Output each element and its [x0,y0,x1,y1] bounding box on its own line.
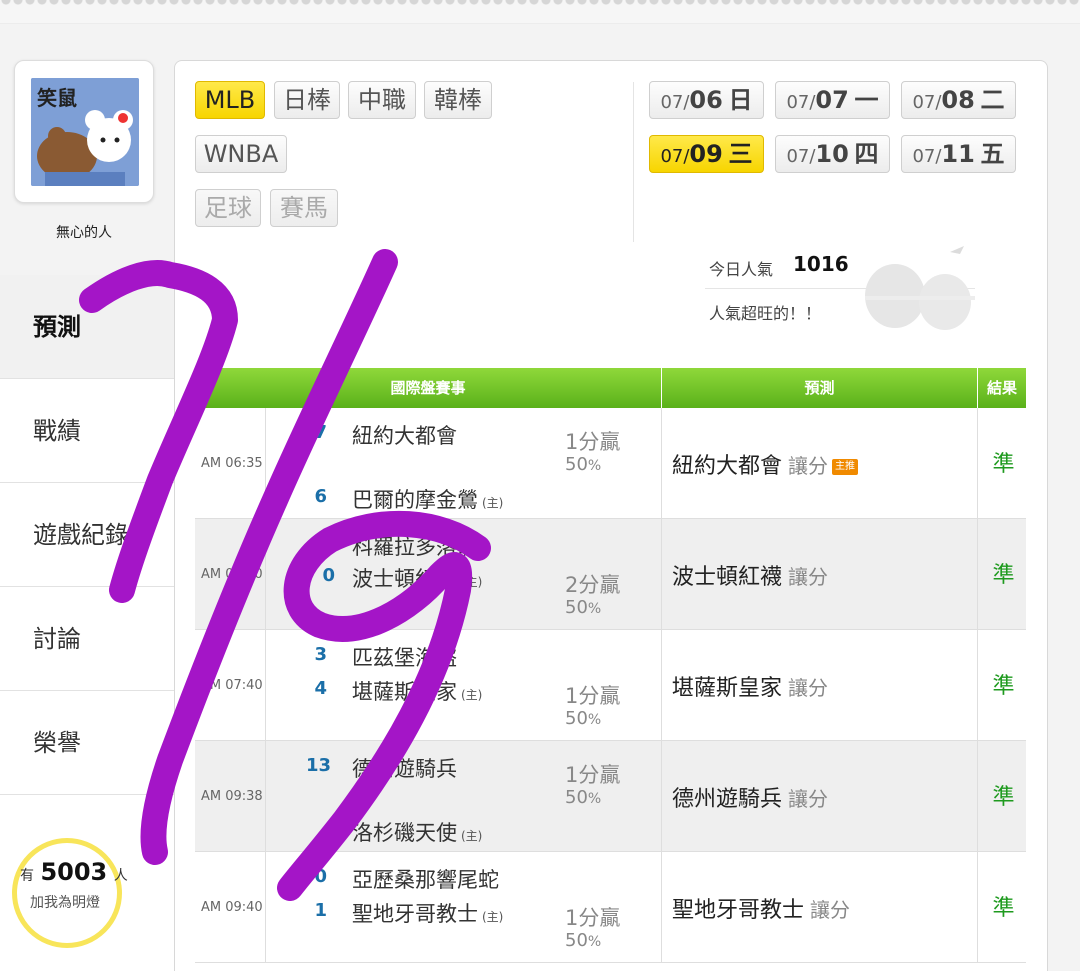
match-time: AM 09:38 [195,741,266,852]
fans-count: 5003 [40,858,108,886]
team-away[interactable]: 匹茲堡海盜 [352,642,457,672]
league-tab-wnba[interactable]: WNBA [195,135,287,173]
nav-item-honor[interactable]: 榮譽 [0,691,174,795]
prediction-cell: 紐約大都會 讓分 主推 [661,408,978,519]
column-header-match: 國際盤賽事 [195,368,661,408]
team-home[interactable]: 洛杉磯天使 (主) [352,817,482,847]
result-mark: 準 [992,785,1015,810]
nav-item-game-log[interactable]: 遊戲紀錄 [0,483,174,587]
spread: 1分贏 [565,906,621,930]
team-home[interactable]: 堪薩斯皇家 (主) [352,676,482,706]
prediction-cell: 聖地牙哥教士 讓分 [661,852,978,963]
popularity-count: 1016 [793,252,849,276]
date-tab-0709[interactable]: 07/09 三 [649,135,764,173]
result-mark: 準 [992,452,1015,477]
nav-item-record[interactable]: 戰績 [0,379,174,483]
league-tab-soccer[interactable]: 足球 [195,189,261,227]
predicted-team: 波士頓紅襪 讓分 [672,565,829,590]
table-row[interactable]: AM 09:38 13 德州遊騎兵 洛杉磯天使 (主) 1分贏 50% 德州遊騎兵… [195,741,1026,852]
result-mark: 準 [992,563,1015,588]
nav-item-prediction[interactable]: 預測 [0,275,174,379]
result-mark: 準 [992,896,1015,921]
table-row[interactable]: AM 07:40 3 匹茲堡海盜 4 堪薩斯皇家 (主) 1分贏 50% 堪薩斯皇… [195,630,1026,741]
win-percentage: 50% [565,930,602,951]
team-home[interactable]: 波士頓紅襪 (主) [352,563,482,593]
spread: 2分贏 [565,573,621,597]
prediction-cell: 堪薩斯皇家 讓分 [661,630,978,741]
league-tab-mlb[interactable]: MLB [195,81,265,119]
predicted-team: 堪薩斯皇家 讓分 [672,676,829,701]
score-away: 7 [314,422,327,443]
avatar-caption: 笑鼠 [37,86,77,110]
fans-suffix: 人 [113,868,128,884]
user-avatar-card[interactable]: 笑鼠 [14,60,154,203]
score-away: 0 [314,866,327,887]
date-tab-0710[interactable]: 07/10 四 [775,135,890,173]
score-home: 6 [314,486,327,507]
score-away: 13 [305,755,331,776]
match-time: AM 07:10 [195,519,266,630]
spread: 1分贏 [565,430,621,454]
prediction-cell: 波士頓紅襪 讓分 [661,519,978,630]
predicted-team: 紐約大都會 讓分 主推 [672,448,859,480]
predicted-team: 德州遊騎兵 讓分 [672,787,829,812]
win-percentage: 50% [565,708,602,729]
fans-prefix: 有 [20,868,34,884]
popularity-message: 人氣超旺的！！ [709,304,822,323]
spread: 1分贏 [565,684,621,708]
date-tab-0708[interactable]: 07/08 二 [901,81,1016,119]
score-home: 4 [314,678,327,699]
top-decorative-strip [0,0,1080,24]
table-row[interactable]: AM 06:35 7 紐約大都會 6 巴爾的摩金鶯 (主) 1分贏 50% 紐約大… [195,408,1026,519]
divider [633,82,634,242]
match-time: AM 06:35 [195,408,266,519]
date-tab-0707[interactable]: 07/07 一 [775,81,890,119]
featured-badge: 主推 [832,459,859,475]
result-mark: 準 [992,674,1015,699]
avatar: 笑鼠 [31,78,139,186]
league-tab-horse-racing[interactable]: 賽馬 [270,189,338,227]
score-home: 1 [314,900,327,921]
prediction-cell: 德州遊騎兵 讓分 [661,741,978,852]
league-tab-npb[interactable]: 日棒 [274,81,340,119]
match-time: AM 09:40 [195,852,266,963]
win-percentage: 50% [565,597,602,618]
column-header-result: 結果 [978,368,1026,408]
match-time: AM 07:40 [195,630,266,741]
league-tab-cpbl[interactable]: 中職 [348,81,416,119]
user-nickname: 無心的人 [56,225,112,241]
date-tab-0706[interactable]: 07/06 日 [649,81,764,119]
win-percentage: 50% [565,787,602,808]
team-home[interactable]: 聖地牙哥教士 (主) [352,898,503,928]
win-percentage: 50% [565,454,602,475]
league-tab-kbo[interactable]: 韓棒 [424,81,492,119]
spread: 1分贏 [565,763,621,787]
score-home: 0 [322,565,335,586]
popularity-label: 今日人氣 [709,260,774,279]
team-away[interactable]: 德州遊騎兵 [352,753,457,783]
follow-link[interactable]: 加我為明燈 [30,892,100,912]
table-row[interactable]: AM 07:10 科羅拉多落磯 0 波士頓紅襪 (主) 2分贏 50% 波士頓紅襪… [195,519,1026,630]
team-away[interactable]: 科羅拉多落磯 [352,531,478,561]
team-home[interactable]: 巴爾的摩金鶯 (主) [352,484,503,514]
team-away[interactable]: 亞歷桑那響尾蛇 [352,864,499,894]
team-away[interactable]: 紐約大都會 [352,420,457,450]
predicted-team: 聖地牙哥教士 讓分 [672,898,851,923]
fans-count-line: 有 5003 人 [20,858,128,886]
table-row[interactable]: AM 09:40 0 亞歷桑那響尾蛇 1 聖地牙哥教士 (主) 1分贏 50% 聖… [195,852,1026,963]
score-away: 3 [314,644,327,665]
date-tab-0711[interactable]: 07/11 五 [901,135,1016,173]
nav-item-discussion[interactable]: 討論 [0,587,174,691]
column-header-prediction: 預測 [662,368,977,408]
popularity-decoration-icon [865,246,975,330]
